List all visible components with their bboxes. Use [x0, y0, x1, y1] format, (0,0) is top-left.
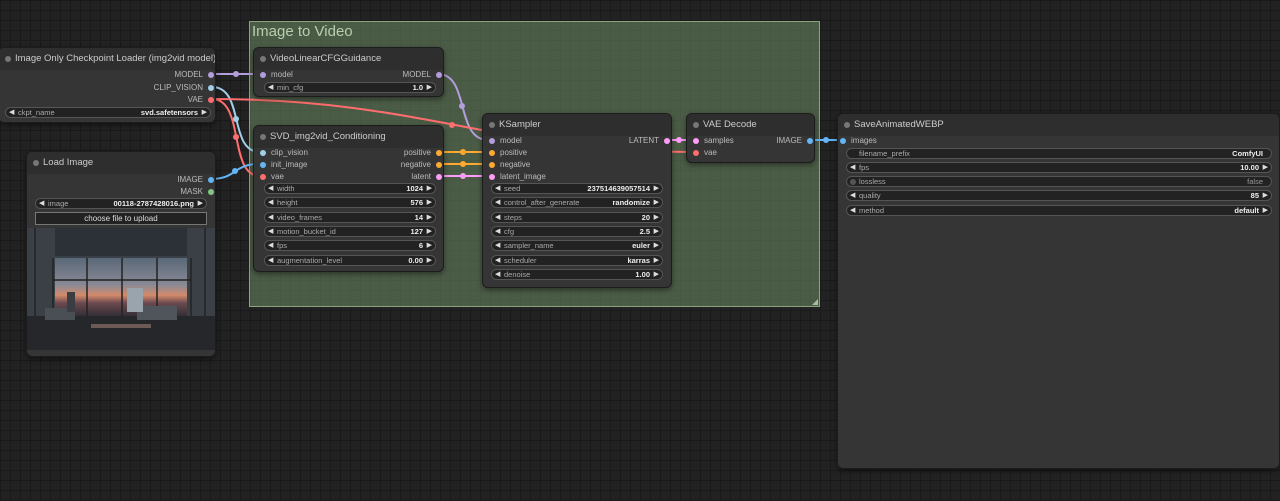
output-latent[interactable]: latent [411, 172, 443, 182]
widget-control-after-generate[interactable]: ◀ control_after_generate randomize ▶ [491, 197, 663, 208]
widget-height[interactable]: ◀ height 576 ▶ [264, 197, 436, 208]
output-positive[interactable]: positive [404, 148, 443, 158]
widget-lossless-toggle[interactable]: lossless false [846, 176, 1272, 187]
widget-scheduler[interactable]: ◀ scheduler karras ▶ [491, 255, 663, 266]
node-save-animated-webp[interactable]: SaveAnimatedWEBP images filename_prefix C… [837, 113, 1280, 469]
output-image[interactable]: IMAGE [776, 136, 814, 146]
output-mask[interactable]: MASK [180, 187, 215, 197]
widget-denoise[interactable]: ◀ denoise 1.00 ▶ [491, 269, 663, 280]
widget-fps[interactable]: ◀ fps 10.00 ▶ [846, 162, 1272, 173]
node-title: Load Image [43, 157, 94, 168]
widget-min-cfg[interactable]: ◀ min_cfg 1.0 ▶ [264, 82, 436, 93]
widget-filename-prefix[interactable]: filename_prefix ComfyUI [846, 148, 1272, 159]
input-init-image[interactable]: init_image [259, 160, 307, 170]
input-negative[interactable]: negative [488, 160, 530, 170]
node-load-image[interactable]: Load Image IMAGE MASK ◀ image 00118-278742… [26, 151, 216, 357]
node-collapse-dot[interactable] [33, 160, 39, 166]
widget-video-frames[interactable]: ◀ video_frames 14 ▶ [264, 212, 436, 223]
output-model[interactable]: MODEL [403, 70, 443, 80]
output-model[interactable]: MODEL [175, 70, 215, 80]
input-images[interactable]: images [839, 136, 877, 146]
widget-sampler-name[interactable]: ◀ sampler_name euler ▶ [491, 240, 663, 251]
widget-ckpt-name[interactable]: ◀ ckpt_name svd.safetensors ▶ [5, 107, 211, 118]
node-title: Image Only Checkpoint Loader (img2vid mo… [15, 53, 215, 64]
node-collapse-dot[interactable] [260, 134, 266, 140]
widget-quality[interactable]: ◀ quality 85 ▶ [846, 190, 1272, 201]
output-vae[interactable]: VAE [188, 95, 215, 105]
node-vae-decode[interactable]: VAE Decode samples vae IMAGE [686, 113, 815, 163]
input-model[interactable]: model [488, 136, 522, 146]
node-video-linear-cfg-guidance[interactable]: VideoLinearCFGGuidance model MODEL ◀ min_… [253, 47, 444, 97]
output-clip-vision[interactable]: CLIP_VISION [154, 83, 215, 93]
input-positive[interactable]: positive [488, 148, 527, 158]
input-clip-vision[interactable]: clip_vision [259, 148, 308, 158]
node-title: SVD_img2vid_Conditioning [270, 131, 386, 142]
widget-motion-bucket-id[interactable]: ◀ motion_bucket_id 127 ▶ [264, 226, 436, 237]
group-title[interactable]: Image to Video [252, 23, 353, 40]
group-resize-handle[interactable] [812, 299, 818, 305]
widget-seed[interactable]: ◀ seed 237514639057514 ▶ [491, 183, 663, 194]
widget-width[interactable]: ◀ width 1024 ▶ [264, 183, 436, 194]
widget-augmentation-level[interactable]: ◀ augmentation_level 0.00 ▶ [264, 255, 436, 266]
widget-image[interactable]: ◀ image 00118-2787428016.png ▶ [35, 198, 207, 209]
node-collapse-dot[interactable] [5, 56, 11, 62]
node-collapse-dot[interactable] [260, 56, 266, 62]
input-model[interactable]: model [259, 70, 293, 80]
node-collapse-dot[interactable] [844, 122, 850, 128]
node-checkpoint-loader[interactable]: Image Only Checkpoint Loader (img2vid mo… [0, 47, 216, 123]
node-title: KSampler [499, 119, 541, 130]
input-latent-image[interactable]: latent_image [488, 172, 546, 182]
node-title: VAE Decode [703, 119, 757, 130]
node-svd-img2vid-conditioning[interactable]: SVD_img2vid_Conditioning clip_vision ini… [253, 125, 444, 272]
node-ksampler[interactable]: KSampler model positive negative latent_… [482, 113, 672, 288]
input-samples[interactable]: samples [692, 136, 734, 146]
node-collapse-dot[interactable] [489, 122, 495, 128]
widget-fps[interactable]: ◀ fps 6 ▶ [264, 240, 436, 251]
image-preview [27, 228, 215, 350]
widget-steps[interactable]: ◀ steps 20 ▶ [491, 212, 663, 223]
widget-method[interactable]: ◀ method default ▶ [846, 205, 1272, 216]
output-negative[interactable]: negative [401, 160, 443, 170]
node-collapse-dot[interactable] [693, 122, 699, 128]
widget-cfg[interactable]: ◀ cfg 2.5 ▶ [491, 226, 663, 237]
input-vae[interactable]: vae [259, 172, 284, 182]
upload-button[interactable]: choose file to upload [35, 212, 207, 225]
node-title: VideoLinearCFGGuidance [270, 53, 382, 64]
node-title: SaveAnimatedWEBP [854, 119, 944, 130]
output-latent[interactable]: LATENT [629, 136, 671, 146]
input-vae[interactable]: vae [692, 148, 717, 158]
output-image[interactable]: IMAGE [177, 175, 215, 185]
